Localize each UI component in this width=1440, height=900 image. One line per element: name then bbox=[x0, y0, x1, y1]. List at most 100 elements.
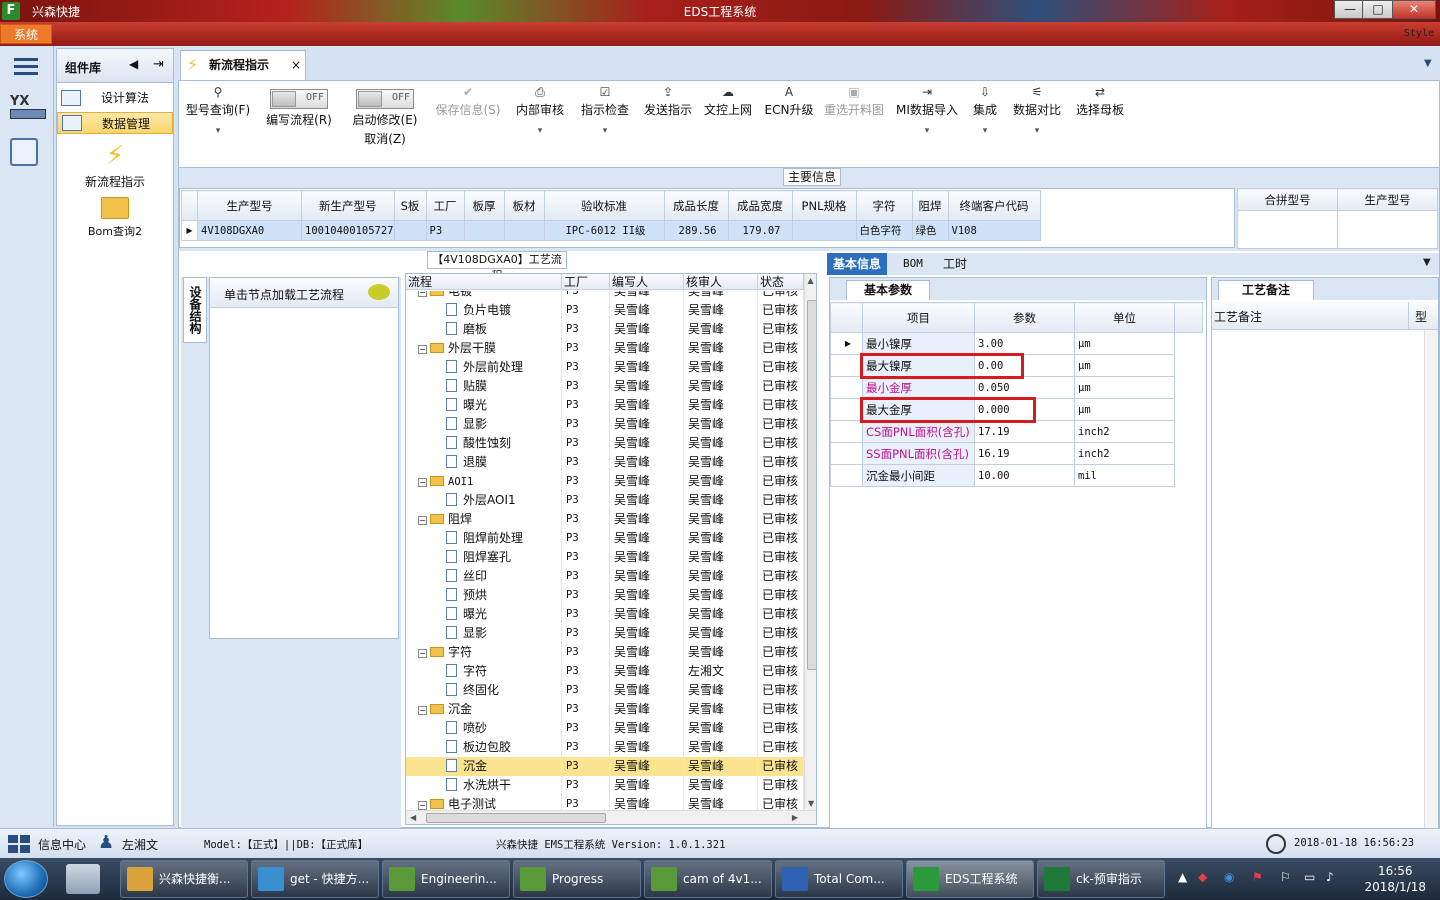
flow-status-cell[interactable]: 已审核 bbox=[758, 681, 804, 700]
flow-factory-cell[interactable]: P3 bbox=[562, 415, 610, 434]
flow-name-cell[interactable]: 曝光 bbox=[406, 605, 562, 624]
flow-factory-cell[interactable]: P3 bbox=[562, 605, 610, 624]
flow-reviewer-cell[interactable]: 吴雪峰 bbox=[684, 358, 758, 377]
new-flow-item[interactable]: ⚡ 新流程指示 bbox=[57, 139, 173, 190]
param-unit-cell[interactable]: μm bbox=[1074, 354, 1175, 377]
toolbar-button-8[interactable]: A ECN升级 bbox=[761, 83, 817, 147]
param-column-header[interactable]: 项目 bbox=[862, 302, 975, 333]
collapse-icon[interactable]: − bbox=[418, 516, 427, 525]
table-cell[interactable]: 289.56 bbox=[663, 220, 729, 241]
toolbar-button-10[interactable]: ⇥ MI数据导入 ▾ bbox=[891, 83, 963, 147]
hamburger-menu-icon[interactable] bbox=[14, 56, 38, 76]
param-item-cell[interactable]: 沉金最小间距 bbox=[862, 464, 975, 487]
param-row[interactable]: SS面PNL面积(含孔) 16.19 inch2 bbox=[830, 442, 1203, 465]
style-menu[interactable]: Style bbox=[1404, 28, 1434, 39]
flow-reviewer-cell[interactable]: 吴雪峰 bbox=[684, 719, 758, 738]
flow-factory-cell[interactable]: P3 bbox=[562, 396, 610, 415]
param-unit-cell[interactable]: μm bbox=[1074, 376, 1175, 399]
flow-row[interactable]: 曝光 P3 吴雪峰 吴雪峰 已审核 bbox=[406, 396, 804, 415]
flow-writer-cell[interactable]: 吴雪峰 bbox=[610, 700, 684, 719]
param-item-cell[interactable]: CS面PNL面积(含孔) bbox=[862, 420, 975, 443]
toolbar-button-1[interactable]: OFF 编写流程(R) bbox=[257, 83, 341, 147]
tab-system[interactable]: 系统 bbox=[0, 24, 52, 44]
flow-reviewer-cell[interactable]: 吴雪峰 bbox=[684, 377, 758, 396]
flow-name-cell[interactable]: 预烘 bbox=[406, 586, 562, 605]
flow-status-cell[interactable]: 已审核 bbox=[758, 491, 804, 510]
param-value-cell[interactable]: 0.050 bbox=[974, 376, 1075, 399]
table-cell[interactable]: 10010400105727 bbox=[301, 220, 395, 241]
column-header[interactable]: 合拼型号 bbox=[1237, 188, 1338, 211]
param-item-cell[interactable]: 最小镍厚 bbox=[862, 332, 975, 355]
param-unit-cell[interactable]: inch2 bbox=[1074, 420, 1175, 443]
column-header[interactable]: PNL规格 bbox=[791, 190, 857, 221]
flow-reviewer-cell[interactable]: 吴雪峰 bbox=[684, 339, 758, 358]
table-cell[interactable] bbox=[503, 220, 545, 241]
table-cell[interactable]: 4V108DGXA0 bbox=[197, 220, 302, 241]
flow-name-cell[interactable]: − 电子测试 bbox=[406, 795, 562, 810]
param-unit-cell[interactable]: mil bbox=[1074, 464, 1175, 487]
param-value-cell[interactable]: 17.19 bbox=[974, 420, 1075, 443]
flow-status-cell[interactable]: 已审核 bbox=[758, 291, 804, 301]
flow-writer-cell[interactable]: 吴雪峰 bbox=[610, 586, 684, 605]
flow-name-cell[interactable]: − AOI1 bbox=[406, 472, 562, 491]
flow-reviewer-cell[interactable]: 吴雪峰 bbox=[684, 586, 758, 605]
tab-basic-info[interactable]: 基本信息 bbox=[827, 253, 888, 275]
flow-reviewer-cell[interactable]: 吴雪峰 bbox=[684, 738, 758, 757]
flow-reviewer-cell[interactable]: 吴雪峰 bbox=[684, 434, 758, 453]
flow-status-cell[interactable]: 已审核 bbox=[758, 377, 804, 396]
flow-writer-cell[interactable]: 吴雪峰 bbox=[610, 795, 684, 810]
flow-writer-cell[interactable]: 吴雪峰 bbox=[610, 605, 684, 624]
flow-factory-cell[interactable]: P3 bbox=[562, 472, 610, 491]
flow-writer-cell[interactable]: 吴雪峰 bbox=[610, 757, 684, 776]
flow-status-cell[interactable]: 已审核 bbox=[758, 434, 804, 453]
chevron-down-icon[interactable]: ▾ bbox=[573, 126, 637, 136]
flow-reviewer-cell[interactable]: 吴雪峰 bbox=[684, 320, 758, 339]
toolbar-button-12[interactable]: ⚟ 数据对比 ▾ bbox=[1007, 83, 1067, 147]
flow-factory-cell[interactable]: P3 bbox=[562, 291, 610, 301]
flow-column-header[interactable]: 流程 bbox=[406, 274, 562, 290]
flow-factory-cell[interactable]: P3 bbox=[562, 624, 610, 643]
chevron-down-icon[interactable]: ▾ bbox=[965, 126, 1005, 136]
flow-row[interactable]: 喷砂 P3 吴雪峰 吴雪峰 已审核 bbox=[406, 719, 804, 738]
table-cell[interactable] bbox=[1237, 210, 1338, 249]
bom-query-item[interactable]: Bom查询2 bbox=[57, 197, 173, 239]
flow-factory-cell[interactable]: P3 bbox=[562, 567, 610, 586]
column-header[interactable]: 板材 bbox=[503, 190, 545, 221]
flow-status-cell[interactable]: 已审核 bbox=[758, 605, 804, 624]
column-header[interactable]: 字符 bbox=[855, 190, 913, 221]
flow-reviewer-cell[interactable]: 吴雪峰 bbox=[684, 624, 758, 643]
chevron-down-icon[interactable]: ▼ bbox=[1424, 58, 1432, 69]
chevron-down-icon[interactable]: ▾ bbox=[181, 126, 255, 136]
taskbar-clock[interactable]: 16:56 2018/1/18 bbox=[1364, 863, 1426, 895]
toggle-switch[interactable]: OFF bbox=[356, 89, 414, 109]
tray-monitor-icon[interactable]: ▭ bbox=[1304, 870, 1315, 884]
flow-reviewer-cell[interactable]: 吴雪峰 bbox=[684, 491, 758, 510]
type-column-header[interactable]: 型 bbox=[1408, 302, 1438, 330]
flow-name-cell[interactable]: 负片电镀 bbox=[406, 301, 562, 320]
collapse-left-icon[interactable]: ◀ bbox=[129, 57, 138, 71]
flow-status-cell[interactable]: 已审核 bbox=[758, 738, 804, 757]
tab-equipment-structure[interactable]: 设备结构 bbox=[183, 277, 207, 343]
table-cell[interactable]: 绿色 bbox=[911, 220, 949, 241]
flow-factory-cell[interactable]: P3 bbox=[562, 643, 610, 662]
chevron-down-icon[interactable]: ▾ bbox=[509, 126, 571, 136]
flow-status-cell[interactable]: 已审核 bbox=[758, 624, 804, 643]
param-item-cell[interactable]: SS面PNL面积(含孔) bbox=[862, 442, 975, 465]
info-center[interactable]: 信息中心 bbox=[38, 836, 86, 853]
chevron-down-icon[interactable]: ▾ bbox=[891, 126, 963, 136]
flow-row[interactable]: 终固化 P3 吴雪峰 吴雪峰 已审核 bbox=[406, 681, 804, 700]
flow-factory-cell[interactable]: P3 bbox=[562, 795, 610, 810]
flow-name-cell[interactable]: 水洗烘干 bbox=[406, 776, 562, 795]
flow-reviewer-cell[interactable]: 吴雪峰 bbox=[684, 510, 758, 529]
flow-name-cell[interactable]: − 沉金 bbox=[406, 700, 562, 719]
flow-status-cell[interactable]: 已审核 bbox=[758, 472, 804, 491]
taskbar-item[interactable]: EDS工程系统 bbox=[906, 860, 1034, 898]
taskbar-item[interactable]: ck-预审指示 bbox=[1037, 860, 1165, 898]
param-column-header[interactable]: 单位 bbox=[1074, 302, 1175, 333]
chevron-down-icon[interactable]: ▾ bbox=[1007, 126, 1067, 136]
tab-close-icon[interactable]: × bbox=[291, 51, 301, 79]
flow-row[interactable]: 阻焊塞孔 P3 吴雪峰 吴雪峰 已审核 bbox=[406, 548, 804, 567]
tab-process-note[interactable]: 工艺备注 bbox=[1218, 280, 1314, 300]
flow-name-cell[interactable]: 丝印 bbox=[406, 567, 562, 586]
flow-reviewer-cell[interactable]: 吴雪峰 bbox=[684, 605, 758, 624]
